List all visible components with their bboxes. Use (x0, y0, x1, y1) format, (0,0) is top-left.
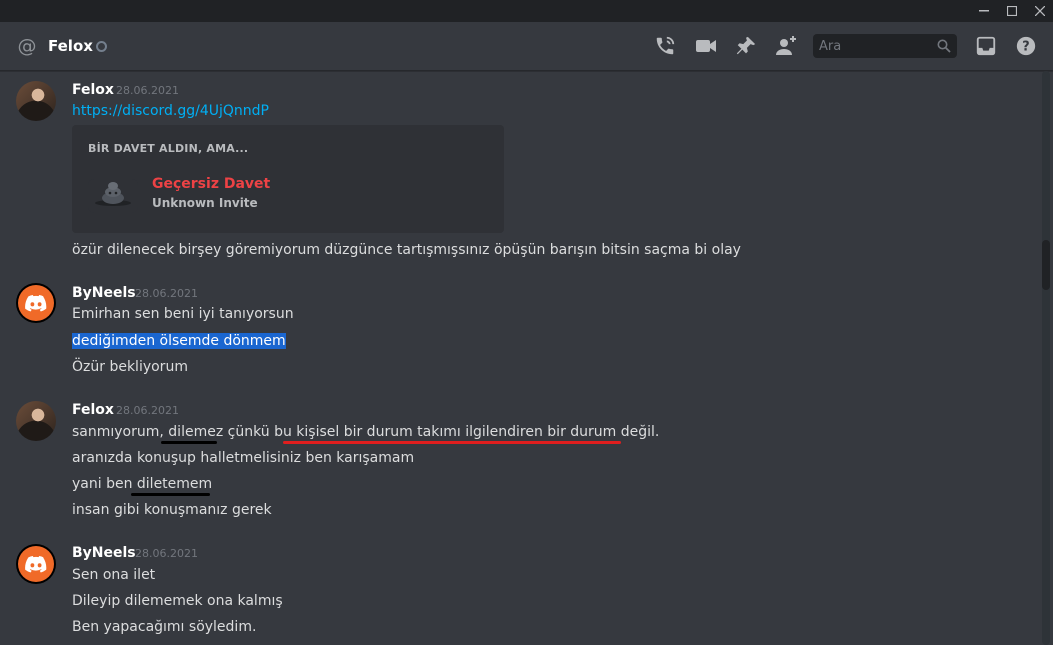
discord-logo-icon (18, 285, 54, 321)
message-line: Ben yapacağımı söyledim. (72, 619, 257, 635)
channel-header: @ Felox Ara ? (0, 22, 1053, 71)
call-icon (656, 36, 675, 55)
annotation-underline-black (161, 441, 217, 444)
discord-logo-icon (18, 546, 54, 582)
message-timestamp: 28.06.2021 (135, 287, 198, 300)
scrollbar-thumb[interactable] (1042, 240, 1050, 290)
maximize-icon (1007, 6, 1017, 16)
invite-embed: BİR DAVET ALDIN, AMA... Geçersiz Davet U… (72, 125, 504, 233)
window-title-bar (0, 0, 1053, 22)
message-line: sanmıyorum, dilemez çünkü bu kişisel bir… (72, 424, 660, 440)
minimize-icon (979, 10, 989, 12)
minimize-button[interactable] (970, 0, 998, 22)
invite-link[interactable]: https://discord.gg/4UjQnndP (72, 103, 269, 119)
message-line: yani ben diletemem (72, 476, 213, 492)
message-line: Özür bekliyorum (72, 359, 188, 375)
embed-title: BİR DAVET ALDIN, AMA... (88, 142, 249, 155)
help-button[interactable]: ? (1014, 34, 1038, 58)
pin-icon (736, 36, 756, 55)
annotation-underline-red (283, 441, 621, 444)
search-icon (937, 39, 951, 53)
invalid-invite-icon (88, 179, 138, 213)
search-input[interactable] (813, 34, 928, 58)
close-icon (1035, 6, 1045, 16)
close-button[interactable] (1026, 0, 1053, 22)
message-author[interactable]: ByNeels (72, 284, 136, 302)
svg-text:?: ? (1022, 40, 1029, 55)
status-indicator (96, 41, 107, 52)
video-icon (696, 40, 716, 52)
add-friend-icon (776, 36, 796, 55)
embed-invite-subtitle: Unknown Invite (152, 196, 258, 210)
inbox-button[interactable] (974, 34, 998, 58)
selected-text: dediğimden ölsemde dönmem (72, 333, 286, 349)
avatar[interactable] (16, 81, 56, 121)
message-line: insan gibi konuşmanız gerek (72, 502, 272, 518)
message-line: aranızda konuşup halletmelisiniz ben kar… (72, 450, 415, 466)
message-timestamp: 28.06.2021 (116, 404, 179, 417)
scrollbar-track[interactable] (1042, 71, 1050, 645)
at-icon: @ (17, 35, 37, 57)
avatar[interactable] (16, 401, 56, 441)
message-timestamp: 28.06.2021 (116, 84, 179, 97)
message-line: Sen ona ilet (72, 567, 156, 583)
message-author[interactable]: Felox (72, 81, 114, 99)
pinned-messages-button[interactable] (734, 34, 758, 58)
annotation-underline-black (131, 493, 210, 496)
message-line: Emirhan sen beni iyi tanıyorsun (72, 306, 294, 322)
add-friend-button[interactable] (774, 34, 798, 58)
avatar[interactable] (16, 283, 56, 323)
embed-invite-name: Geçersiz Davet (152, 176, 271, 192)
help-icon: ? (1016, 36, 1036, 56)
message-timestamp: 28.06.2021 (135, 547, 198, 560)
maximize-button[interactable] (998, 0, 1026, 22)
message-line: özür dilenecek birşey göremiyorum düzgün… (72, 242, 741, 258)
search-box[interactable] (813, 34, 957, 58)
call-button[interactable] (653, 34, 677, 58)
message-line: https://discord.gg/4UjQnndP (72, 101, 269, 121)
message-author[interactable]: Felox (72, 401, 114, 419)
avatar[interactable] (16, 544, 56, 584)
channel-name: Felox (48, 37, 93, 55)
message-author[interactable]: ByNeels (72, 544, 136, 562)
video-call-button[interactable] (694, 34, 718, 58)
inbox-icon (976, 36, 996, 56)
message-line: dediğimden ölsemde dönmem (72, 331, 286, 351)
message-line: Dileyip dilememek ona kalmış (72, 593, 283, 609)
message-list: Felox 28.06.2021 https://discord.gg/4UjQ… (0, 71, 1040, 645)
